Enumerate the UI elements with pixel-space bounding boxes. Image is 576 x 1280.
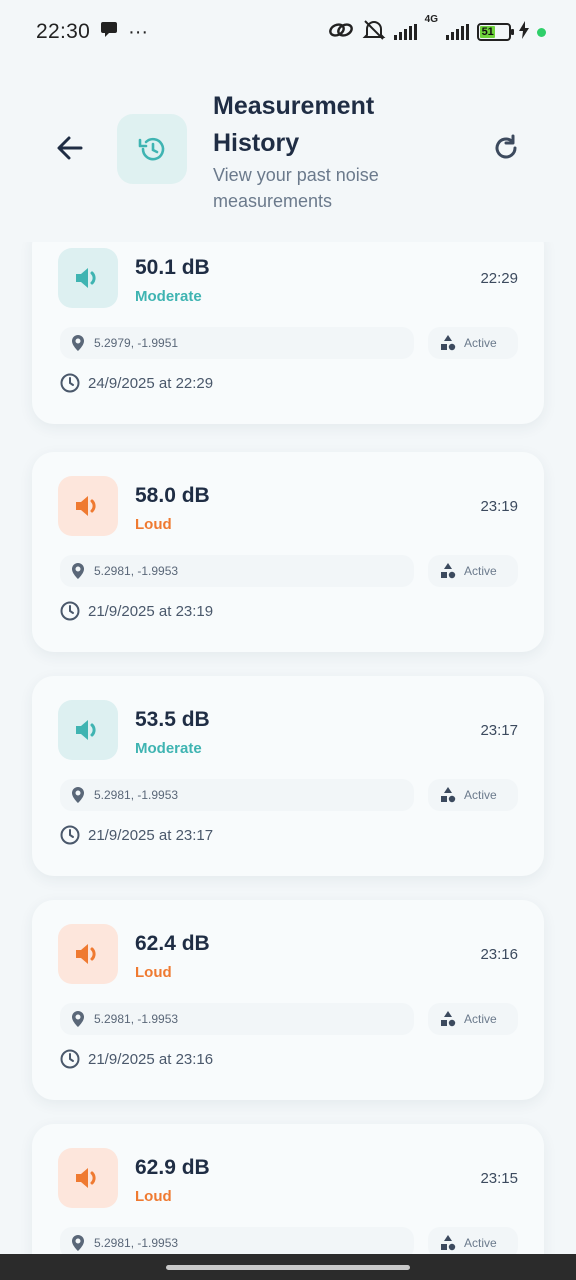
charging-icon <box>519 20 529 44</box>
noise-level: Moderate <box>135 288 202 305</box>
signal-icon <box>393 24 417 40</box>
location-pill: 5.2981, -1.9953 <box>60 555 414 587</box>
speaker-icon-box <box>58 476 118 536</box>
measurement-time: 23:15 <box>480 1170 518 1187</box>
shapes-icon <box>441 1011 456 1027</box>
status-pill: Active <box>428 1003 518 1035</box>
measurement-date: 21/9/2025 at 23:19 <box>88 602 214 620</box>
link-icon <box>328 20 354 45</box>
measurement-list[interactable]: 50.1 dB Moderate 22:29 5.2979, -1.9951 A… <box>0 242 576 1254</box>
date-row: 21/9/2025 at 23:19 <box>60 601 213 621</box>
battery-level: 51 <box>480 26 496 38</box>
location-pin-icon <box>72 1011 84 1027</box>
location-coords: 5.2979, -1.9951 <box>94 336 179 350</box>
gesture-navigation-bar <box>0 1254 576 1280</box>
shapes-icon <box>441 335 456 351</box>
status-text: Active <box>464 336 497 350</box>
location-pin-icon <box>72 787 84 803</box>
measurement-date: 24/9/2025 at 22:29 <box>88 374 214 392</box>
refresh-button[interactable] <box>488 130 524 166</box>
speaker-icon <box>76 1168 96 1188</box>
status-pill: Active <box>428 555 518 587</box>
speaker-icon-box <box>58 700 118 760</box>
privacy-indicator <box>537 27 546 37</box>
db-value: 62.4 dB <box>135 932 210 955</box>
speaker-icon <box>76 268 96 288</box>
home-indicator[interactable] <box>166 1264 410 1270</box>
speaker-icon-box <box>58 1148 118 1208</box>
refresh-icon <box>495 134 517 159</box>
measurement-date: 21/9/2025 at 23:17 <box>88 826 214 844</box>
clock-icon <box>60 601 80 621</box>
network-type: 4G <box>424 13 438 25</box>
location-pill: 5.2979, -1.9951 <box>60 327 414 359</box>
shapes-icon <box>441 563 456 579</box>
speaker-icon-box <box>58 248 118 308</box>
location-pill: 5.2981, -1.9953 <box>60 1003 414 1035</box>
noise-level: Loud <box>135 964 172 981</box>
shapes-icon <box>441 1235 456 1251</box>
db-value: 50.1 dB <box>135 256 210 279</box>
status-text: Active <box>464 564 497 578</box>
mute-icon <box>362 19 386 46</box>
measurement-card[interactable]: 58.0 dB Loud 23:19 5.2981, -1.9953 Activ… <box>32 452 544 652</box>
measurement-card[interactable]: 53.5 dB Moderate 23:17 5.2981, -1.9953 A… <box>32 676 544 876</box>
measurement-date: 21/9/2025 at 23:16 <box>88 1050 214 1068</box>
chat-bubble-icon <box>100 20 118 44</box>
more-notifications-icon: ··· <box>128 20 149 43</box>
status-pill: Active <box>428 327 518 359</box>
location-pin-icon <box>72 335 84 351</box>
speaker-icon <box>76 720 96 740</box>
measurement-time: 22:29 <box>480 270 518 287</box>
db-value: 62.9 dB <box>135 1156 210 1179</box>
clock-icon <box>60 1049 80 1069</box>
status-pill: Active <box>428 779 518 811</box>
history-icon <box>138 137 165 161</box>
location-pill: 5.2981, -1.9953 <box>60 779 414 811</box>
noise-level: Loud <box>135 1188 172 1205</box>
location-coords: 5.2981, -1.9953 <box>94 564 179 578</box>
status-text: Active <box>464 788 497 802</box>
speaker-icon <box>76 496 96 516</box>
history-icon-box <box>117 114 187 184</box>
clock-icon <box>60 373 80 393</box>
measurement-time: 23:16 <box>480 946 518 963</box>
location-pill: 5.2981, -1.9953 <box>60 1227 414 1254</box>
noise-level: Moderate <box>135 740 202 757</box>
status-text: Active <box>464 1012 497 1026</box>
db-value: 53.5 dB <box>135 708 210 731</box>
location-coords: 5.2981, -1.9953 <box>94 788 179 802</box>
page-title: Measurement History <box>213 92 375 157</box>
status-time: 22:30 <box>36 20 91 43</box>
page-header: Measurement History View your past noise… <box>0 64 576 242</box>
measurement-card[interactable]: 50.1 dB Moderate 22:29 5.2979, -1.9951 A… <box>32 242 544 424</box>
status-text: Active <box>464 1236 497 1250</box>
arrow-left-icon <box>57 136 83 160</box>
battery-icon: 51 <box>477 23 514 41</box>
clock-icon <box>60 825 80 845</box>
back-button[interactable] <box>52 130 88 166</box>
speaker-icon-box <box>58 924 118 984</box>
db-value: 58.0 dB <box>135 484 210 507</box>
signal-icon-2 <box>446 24 469 40</box>
measurement-time: 23:19 <box>480 498 518 515</box>
measurement-time: 23:17 <box>480 722 518 739</box>
location-coords: 5.2981, -1.9953 <box>94 1236 179 1250</box>
location-pin-icon <box>72 563 84 579</box>
date-row: 21/9/2025 at 23:16 <box>60 1049 213 1069</box>
date-row: 21/9/2025 at 23:17 <box>60 825 213 845</box>
speaker-icon <box>76 944 96 964</box>
measurement-card[interactable]: 62.4 dB Loud 23:16 5.2981, -1.9953 Activ… <box>32 900 544 1100</box>
location-coords: 5.2981, -1.9953 <box>94 1012 179 1026</box>
status-bar: 22:30 ··· 4G 51 <box>0 0 576 64</box>
location-pin-icon <box>72 1235 84 1251</box>
measurement-card[interactable]: 62.9 dB Loud 23:15 5.2981, -1.9953 Activ… <box>32 1124 544 1254</box>
noise-level: Loud <box>135 516 172 533</box>
status-pill: Active <box>428 1227 518 1254</box>
page-subtitle: View your past noise measurements <box>213 165 379 211</box>
date-row: 24/9/2025 at 22:29 <box>60 373 213 393</box>
shapes-icon <box>441 787 456 803</box>
